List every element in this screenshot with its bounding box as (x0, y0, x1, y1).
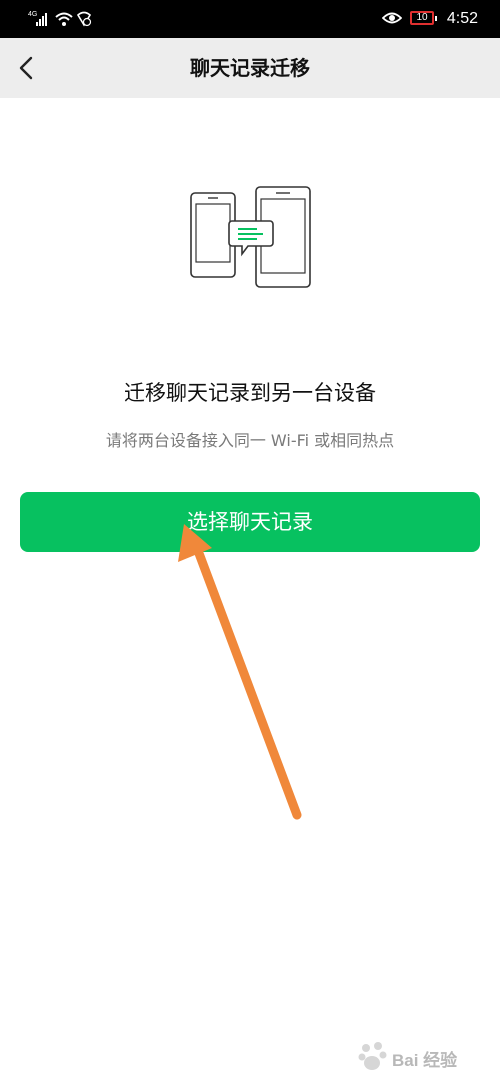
select-chat-history-button[interactable]: 选择聊天记录 (20, 492, 480, 552)
chevron-left-icon (19, 56, 33, 80)
page-title: 聊天记录迁移 (190, 56, 310, 80)
battery-icon: 10 (410, 11, 437, 25)
migration-heading: 迁移聊天记录到另一台设备 (124, 381, 376, 405)
paw-logo-icon (358, 1042, 387, 1070)
status-bar: 4G 10 4:52 (0, 0, 500, 38)
clock: 4:52 (446, 10, 478, 27)
nav-bar: 聊天记录迁移 (0, 38, 500, 98)
watermark-text: Bai 经验 (392, 1051, 458, 1070)
migration-hint: 请将两台设备接入同一 Wi-Fi 或相同热点 (105, 431, 395, 450)
network-type-label: 4G (28, 11, 37, 18)
back-button[interactable] (8, 48, 44, 88)
status-icons-left: 4G (28, 9, 108, 29)
watermark: Bai 经验 (358, 1040, 478, 1074)
eye-icon (382, 12, 402, 24)
signal-wifi-icons: 4G (28, 11, 92, 27)
phone-transfer-icon (190, 186, 311, 288)
